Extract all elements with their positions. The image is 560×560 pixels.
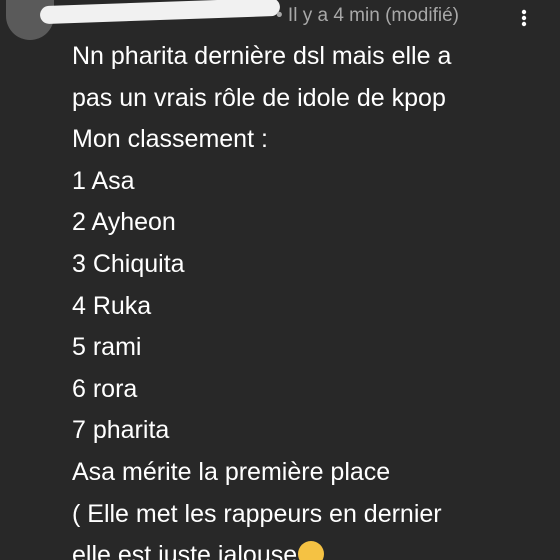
comment-line: Mon classement :: [72, 125, 268, 154]
ranking-item: 2 Ayheon: [72, 208, 176, 237]
comment-line-text: elle est juste jalouse: [72, 541, 298, 560]
comment-body: Nn pharita dernière dsl mais elle a pas …: [72, 36, 552, 560]
comment-line: pas un vrais rôle de idole de kpop: [72, 83, 446, 112]
comment-meta: • Il y a 4 min (modifié): [276, 5, 459, 26]
ranking-item: 1 Asa: [72, 166, 135, 195]
ranking-item: 6 rora: [72, 374, 138, 403]
ranking-item: 4 Ruka: [72, 291, 152, 320]
comment-line-last: elle est juste jalouse: [72, 535, 552, 560]
comment-line: Nn pharita dernière dsl mais elle a: [72, 42, 452, 70]
comment-line: ( Elle met les rappeurs en dernier: [72, 499, 442, 528]
comment-line: Asa mérite la première place: [72, 457, 391, 486]
more-vertical-icon[interactable]: [512, 6, 536, 30]
ranking-item: 3 Chiquita: [72, 249, 185, 278]
unamused-emoji-icon: [298, 541, 325, 560]
username-redaction: [39, 0, 281, 25]
ranking-item: 7 pharita: [72, 416, 170, 445]
ranking-item: 5 rami: [72, 333, 142, 362]
